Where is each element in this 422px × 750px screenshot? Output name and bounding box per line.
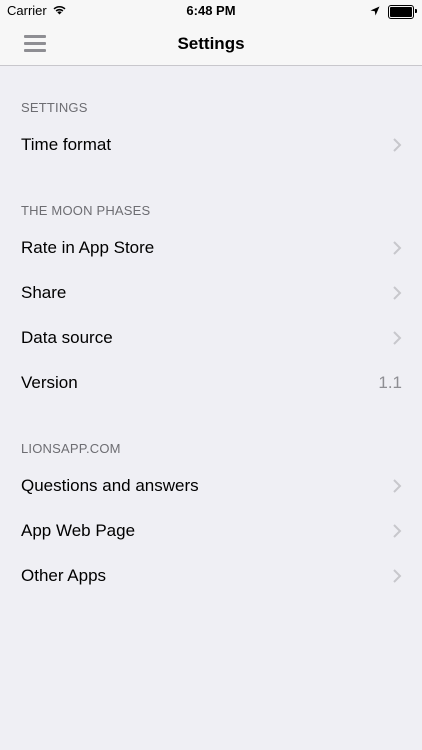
row-label: App Web Page [21,520,136,540]
location-arrow-icon [370,4,380,19]
row-other-apps[interactable]: Other Apps [0,553,422,598]
row-label: Rate in App Store [21,237,155,257]
row-share[interactable]: Share [0,270,422,315]
row-label: Data source [21,327,113,347]
row-label: Version [21,372,78,392]
chevron-right-icon [393,240,402,255]
chevron-right-icon [393,478,402,493]
row-data-source[interactable]: Data source [0,315,422,360]
chevron-right-icon [393,523,402,538]
settings-list: SETTINGS Time format THE MOON PHASES Rat… [0,66,422,598]
row-label: Time format [21,134,112,154]
status-bar: Carrier 6:48 PM [0,0,422,22]
row-app-web-page[interactable]: App Web Page [0,508,422,553]
chevron-right-icon [393,330,402,345]
section-header: LIONSAPP.COM [21,441,121,456]
chevron-right-icon [393,285,402,300]
version-value: 1.1 [378,372,402,392]
row-label: Other Apps [21,565,107,585]
section-settings: SETTINGS Time format [0,100,422,167]
section-header: THE MOON PHASES [21,203,151,218]
row-time-format[interactable]: Time format [0,122,422,167]
section-header: SETTINGS [21,100,88,115]
row-questions-and-answers[interactable]: Questions and answers [0,463,422,508]
status-right [370,4,417,19]
section-moon-phases: THE MOON PHASES Rate in App Store Share … [0,203,422,405]
page-title: Settings [177,34,245,53]
status-time: 6:48 PM [186,3,236,18]
chevron-right-icon [393,568,402,583]
battery-icon [388,4,417,19]
row-rate-in-app-store[interactable]: Rate in App Store [0,225,422,270]
row-version: Version 1.1 [0,360,422,405]
section-lionsapp: LIONSAPP.COM Questions and answers App W… [0,441,422,598]
row-label: Questions and answers [21,475,199,495]
battery-cap [415,8,417,13]
battery-fill [390,6,412,17]
navigation-bar: Settings [0,22,422,66]
row-label: Share [21,282,67,302]
chevron-right-icon [393,137,402,152]
